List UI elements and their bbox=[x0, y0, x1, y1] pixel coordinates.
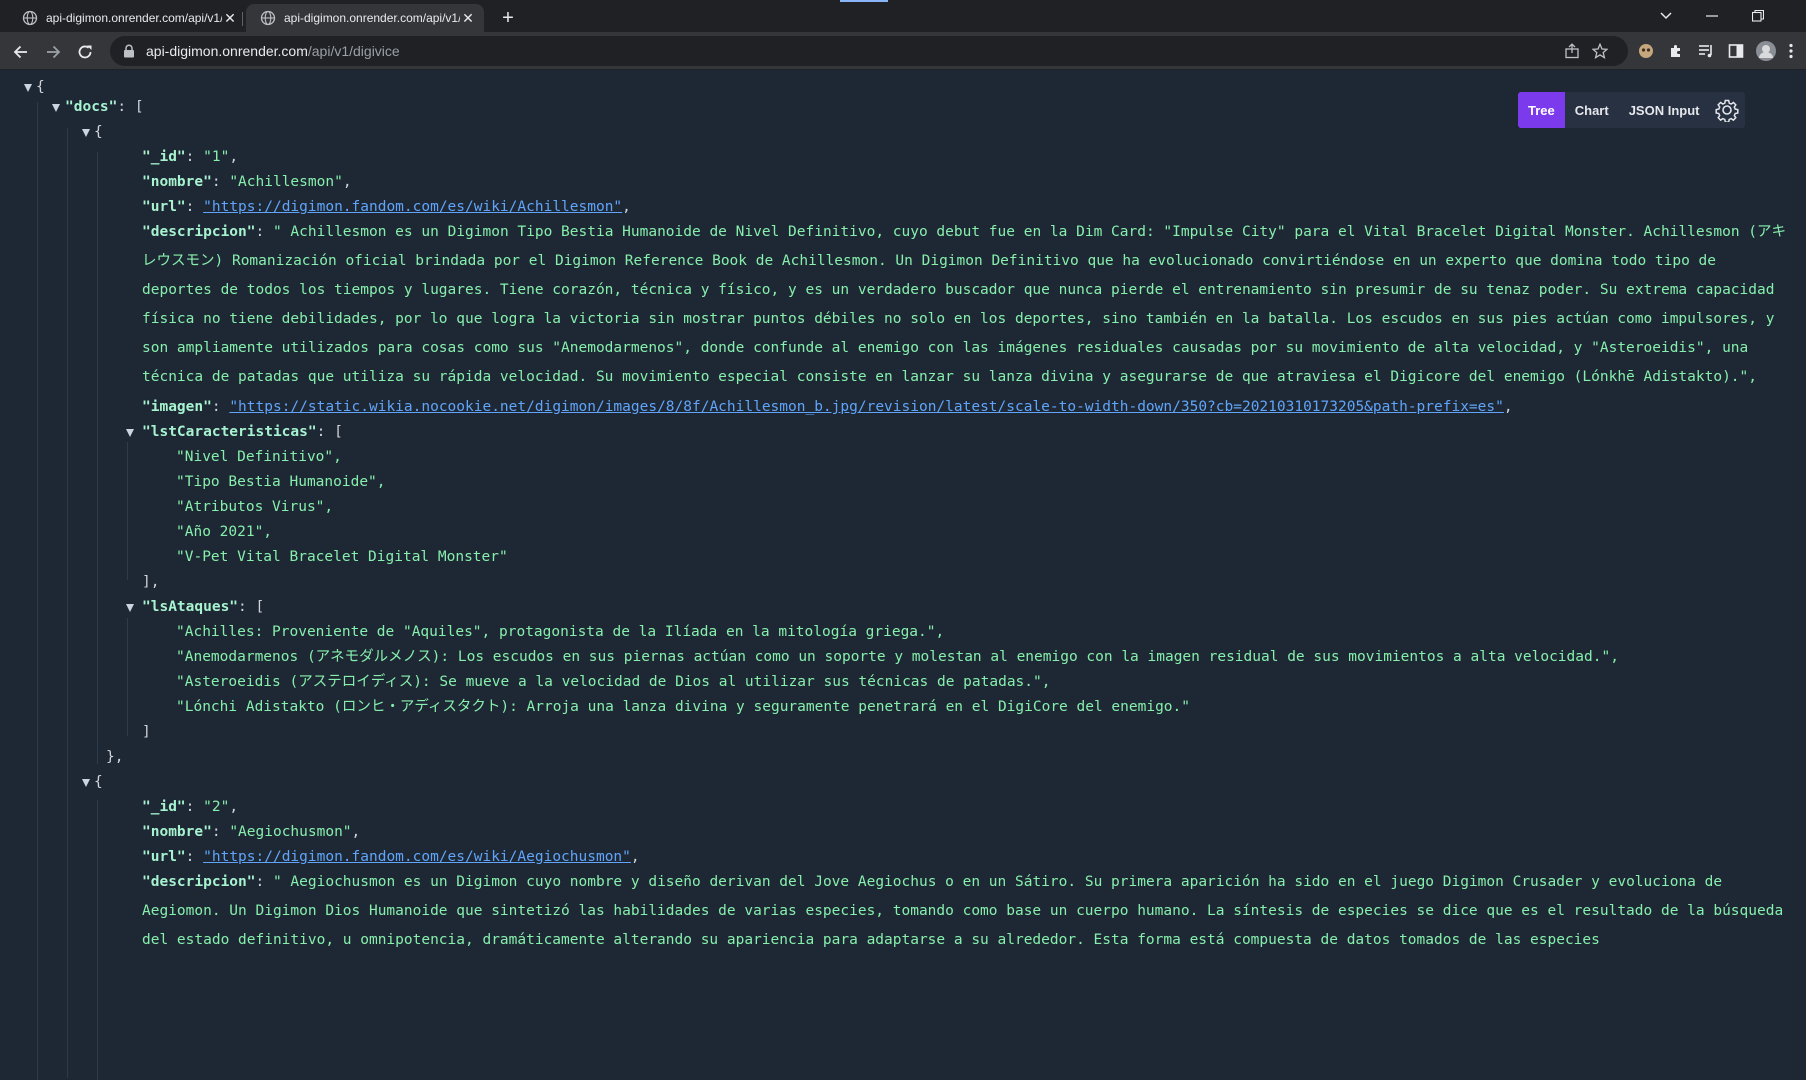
collapse-caret-icon[interactable] bbox=[82, 779, 90, 787]
array-close: ], bbox=[142, 574, 160, 590]
tree-node-doc[interactable]: { bbox=[82, 770, 103, 795]
list-item: "Lónchi Adistakto (ロンヒ・アディスタクト): Arroja … bbox=[176, 699, 1190, 715]
tree-node-doc[interactable]: { bbox=[82, 120, 103, 145]
json-field-descripcion: "descripcion": " Achillesmon es un Digim… bbox=[142, 224, 1787, 385]
arrow-right-icon bbox=[47, 45, 61, 59]
extension-icon[interactable] bbox=[1634, 39, 1658, 63]
lock-icon bbox=[124, 44, 134, 58]
side-panel-icon[interactable] bbox=[1724, 39, 1748, 63]
list-item: "Atributos Virus", bbox=[176, 499, 334, 515]
tree-node-root[interactable]: { bbox=[24, 75, 45, 100]
browser-tab[interactable]: api-digimon.onrender.com/api/v1/digivice… bbox=[8, 4, 246, 32]
browser-tab-active[interactable]: api-digimon.onrender.com/api/v1/digivice… bbox=[246, 4, 484, 32]
close-tab-icon[interactable]: ✕ bbox=[222, 10, 238, 26]
indent-guide bbox=[97, 800, 98, 1080]
url-link[interactable]: "https://digimon.fandom.com/es/wiki/Aegi… bbox=[203, 849, 631, 865]
forward-button[interactable] bbox=[40, 39, 66, 65]
collapse-caret-icon[interactable] bbox=[52, 104, 60, 112]
json-field-descripcion: "descripcion": " Aegiochusmon es un Digi… bbox=[142, 874, 1784, 948]
list-item: "Nivel Definitivo", bbox=[176, 449, 342, 465]
collapse-caret-icon[interactable] bbox=[82, 129, 90, 137]
bookmark-star-icon[interactable] bbox=[1588, 38, 1612, 64]
list-item: "Año 2021", bbox=[176, 524, 273, 540]
collapse-caret-icon[interactable] bbox=[126, 604, 134, 612]
settings-gear-icon[interactable] bbox=[1709, 92, 1745, 128]
json-field-id: "_id": "1", bbox=[142, 149, 239, 165]
json-viewer: Tree Chart JSON Input { "docs": [ { "_id… bbox=[0, 70, 1806, 1080]
globe-icon bbox=[260, 10, 276, 26]
minimize-button[interactable] bbox=[1692, 0, 1732, 32]
address-bar[interactable]: api-digimon.onrender.com/api/v1/digivice bbox=[110, 36, 1628, 66]
url-host: api-digimon.onrender.com bbox=[146, 43, 308, 59]
indent-guide bbox=[127, 442, 128, 580]
arrow-left-icon bbox=[13, 45, 27, 59]
tree-mode-button[interactable]: Tree bbox=[1518, 92, 1565, 128]
list-item: "V-Pet Vital Bracelet Digital Monster" bbox=[176, 549, 508, 565]
tree-node-docs[interactable]: "docs": [ bbox=[52, 95, 144, 120]
puzzle-icon[interactable] bbox=[1664, 39, 1688, 63]
json-field-nombre: "nombre": "Achillesmon", bbox=[142, 174, 352, 190]
json-field-nombre: "nombre": "Aegiochusmon", bbox=[142, 824, 361, 840]
browser-toolbar: api-digimon.onrender.com/api/v1/digivice bbox=[0, 32, 1806, 70]
json-field-url: "url": "https://digimon.fandom.com/es/wi… bbox=[142, 849, 640, 865]
json-field-url: "url": "https://digimon.fandom.com/es/wi… bbox=[142, 199, 631, 215]
url-link[interactable]: "https://digimon.fandom.com/es/wiki/Achi… bbox=[203, 199, 622, 215]
tab-divider bbox=[242, 12, 243, 26]
list-item: "Anemodarmenos (アネモダルメノス): Los escudos e… bbox=[176, 649, 1619, 665]
globe-icon bbox=[22, 10, 38, 26]
close-tab-icon[interactable]: ✕ bbox=[460, 10, 476, 26]
reload-icon bbox=[78, 45, 92, 59]
tabstrip-accent bbox=[840, 0, 888, 2]
array-close: ] bbox=[142, 724, 151, 740]
new-tab-button[interactable]: + bbox=[496, 6, 520, 30]
indent-guide bbox=[67, 128, 68, 1078]
reload-button[interactable] bbox=[72, 39, 98, 65]
indent-guide bbox=[37, 102, 38, 1080]
chart-mode-button[interactable]: Chart bbox=[1565, 92, 1619, 128]
reading-list-icon[interactable] bbox=[1694, 39, 1718, 63]
restore-button[interactable] bbox=[1738, 0, 1778, 32]
list-item: "Tipo Bestia Humanoide", bbox=[176, 474, 386, 490]
tab-strip: api-digimon.onrender.com/api/v1/digivice… bbox=[0, 0, 1806, 32]
menu-dots-icon[interactable] bbox=[1784, 39, 1798, 63]
profile-avatar[interactable] bbox=[1754, 39, 1778, 63]
tree-node-ataques[interactable]: "lsAtaques": [ bbox=[126, 595, 264, 620]
list-item: "Achilles: Proveniente de "Aquiles", pro… bbox=[176, 624, 945, 640]
indent-guide bbox=[127, 618, 128, 736]
json-field-id: "_id": "2", bbox=[142, 799, 239, 815]
tab-search-icon[interactable] bbox=[1646, 0, 1686, 32]
collapse-caret-icon[interactable] bbox=[24, 84, 32, 92]
indent-guide bbox=[97, 152, 98, 764]
image-link[interactable]: "https://static.wikia.nocookie.net/digim… bbox=[229, 399, 1504, 415]
tree-node-caracteristicas[interactable]: "lstCaracteristicas": [ bbox=[126, 420, 343, 445]
tab-title: api-digimon.onrender.com/api/v1/digivice bbox=[46, 11, 222, 25]
json-input-mode-button[interactable]: JSON Input bbox=[1619, 92, 1710, 128]
object-close: }, bbox=[106, 749, 124, 765]
list-item: "Asteroeidis (アステロイディス): Se mueve a la v… bbox=[176, 674, 1051, 690]
viewer-mode-toolbar: Tree Chart JSON Input bbox=[1518, 92, 1746, 128]
collapse-caret-icon[interactable] bbox=[126, 429, 134, 437]
share-icon[interactable] bbox=[1560, 38, 1584, 64]
tab-title: api-digimon.onrender.com/api/v1/digivice bbox=[284, 11, 460, 25]
back-button[interactable] bbox=[8, 39, 34, 65]
url-path: /api/v1/digivice bbox=[307, 43, 400, 59]
json-field-imagen: "imagen": "https://static.wikia.nocookie… bbox=[142, 399, 1513, 415]
